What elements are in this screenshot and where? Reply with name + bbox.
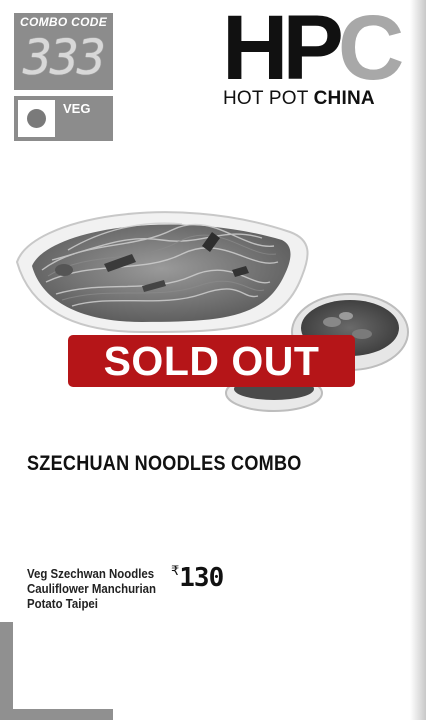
veg-symbol-icon <box>18 100 55 137</box>
logo-letter-p: P <box>282 0 343 99</box>
price: ₹130 <box>171 563 224 593</box>
logo-letters: HPC <box>222 0 404 99</box>
list-item: Cauliflower Manchurian <box>27 581 157 596</box>
combo-code-number: 333 <box>23 30 106 86</box>
veg-label: VEG <box>63 101 91 116</box>
logo-tagline-bold: CHINA <box>313 88 375 109</box>
combo-code-box: COMBO CODE 333 <box>14 13 113 90</box>
list-item: Veg Szechwan Noodles <box>27 566 155 581</box>
veg-indicator: VEG <box>14 96 113 141</box>
price-value: 130 <box>179 563 224 593</box>
logo-tagline-light: HOT POT <box>223 88 309 109</box>
logo-tagline: HOT POT CHINA <box>223 88 375 110</box>
list-item: Potato Taipei <box>27 596 98 611</box>
decorative-bar-left <box>0 622 13 720</box>
hpc-logo: HPC HOT POT CHINA <box>222 0 412 110</box>
combo-code-label: COMBO CODE <box>20 15 107 29</box>
logo-letter-c: C <box>337 0 404 99</box>
decorative-bar-bottom <box>0 709 113 720</box>
logo-letter-h: H <box>222 0 288 99</box>
scroll-edge-shadow <box>410 0 426 720</box>
combo-title: SZECHUAN NOODLES COMBO <box>27 452 302 475</box>
sold-out-badge: SOLD OUT <box>68 335 355 387</box>
veg-dot-icon <box>27 109 46 128</box>
